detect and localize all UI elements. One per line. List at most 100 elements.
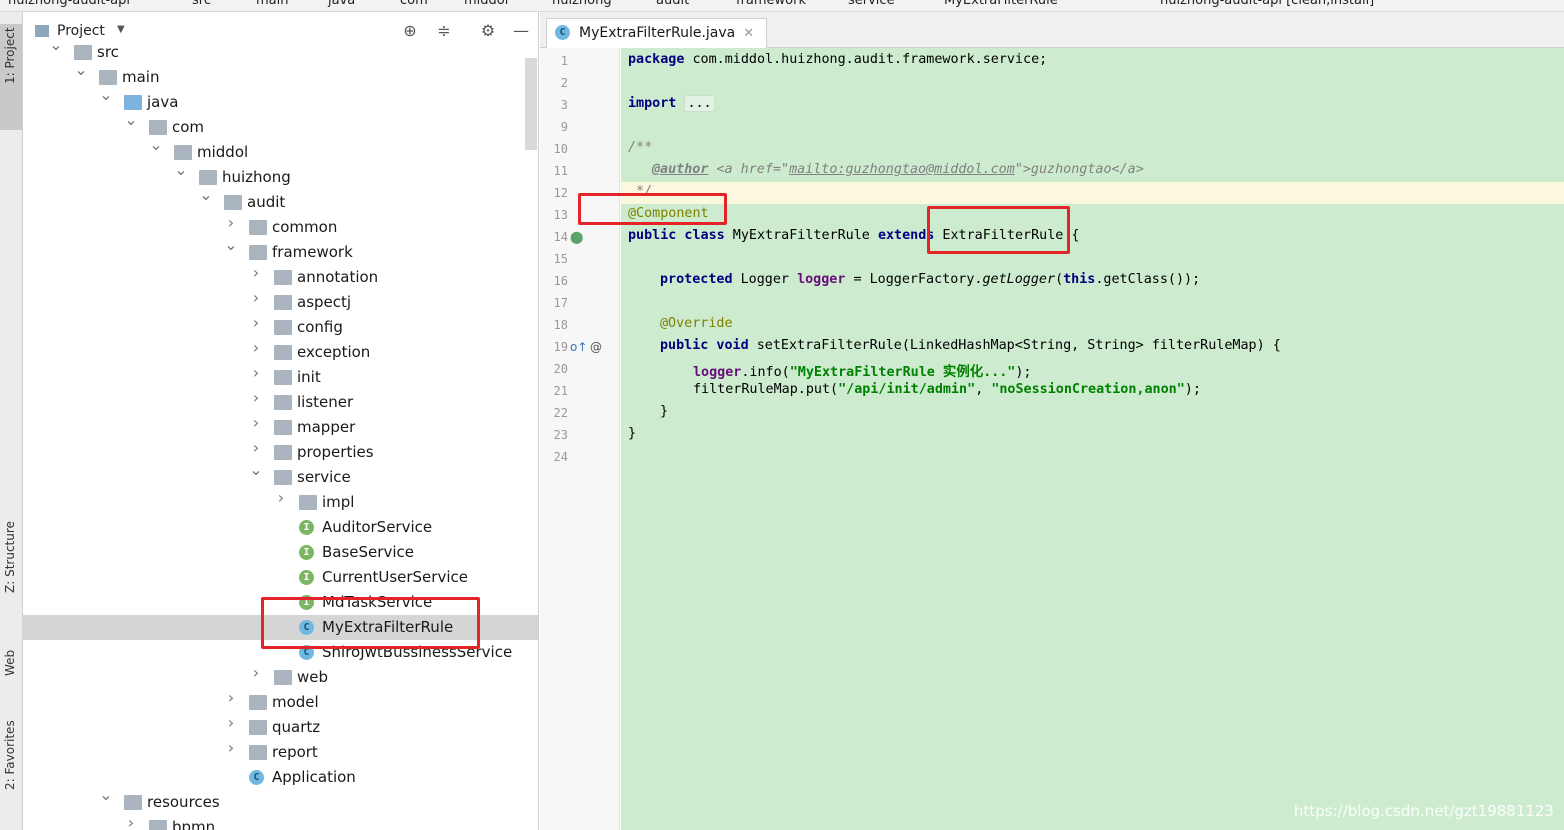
folder-icon bbox=[174, 145, 192, 160]
chevron-right-icon[interactable]: › bbox=[249, 290, 263, 306]
breadcrumb-item[interactable]: main bbox=[256, 0, 288, 8]
breadcrumb-item[interactable]: com bbox=[400, 0, 428, 8]
hide-icon[interactable]: — bbox=[510, 21, 532, 41]
tree-item-audit[interactable]: ⌄ audit bbox=[23, 187, 538, 215]
tree-scrollbar[interactable] bbox=[525, 58, 537, 150]
interface-icon: I bbox=[299, 520, 314, 535]
override-icon[interactable]: o↑ bbox=[570, 340, 587, 354]
project-view-icon bbox=[35, 25, 49, 37]
tree-item-service[interactable]: ⌄ service bbox=[23, 462, 538, 490]
chevron-right-icon[interactable]: › bbox=[249, 665, 263, 681]
breadcrumb-item[interactable]: MyExtraFilterRule bbox=[944, 0, 1058, 8]
tree-item-label: CurrentUserService bbox=[322, 568, 468, 586]
tree-item-impl[interactable]: › impl bbox=[23, 490, 538, 515]
spring-bean-icon[interactable]: ⬤ bbox=[570, 230, 583, 244]
locate-icon[interactable]: ⊕ bbox=[399, 21, 421, 41]
project-tool-window: Project ▼ ⊕ ≑ ⚙ — ⌄ src ⌄ main ⌄ java ⌄ com ⌄ mid… bbox=[23, 12, 539, 830]
gear-icon[interactable]: ⚙ bbox=[477, 21, 499, 41]
breadcrumb-item[interactable]: audit bbox=[656, 0, 689, 8]
tree-item-aspectj[interactable]: › aspectj bbox=[23, 290, 538, 315]
tree-item-com[interactable]: ⌄ com bbox=[23, 112, 538, 140]
tree-item-exception[interactable]: › exception bbox=[23, 340, 538, 365]
tree-item-init[interactable]: › init bbox=[23, 365, 538, 390]
tree-item-resources[interactable]: ⌄ resources bbox=[23, 787, 538, 815]
breadcrumb-item[interactable]: huizhong bbox=[552, 0, 612, 8]
structure-tool-label: Z: Structure bbox=[3, 521, 17, 593]
tree-item-currentuserservice[interactable]: I CurrentUserService bbox=[23, 565, 538, 590]
tree-item-middol[interactable]: ⌄ middol bbox=[23, 137, 538, 165]
tree-item-label: huizhong bbox=[222, 168, 291, 186]
chevron-down-icon[interactable]: ⌄ bbox=[174, 162, 188, 178]
code-line: @Override bbox=[660, 316, 733, 331]
tree-item-mapper[interactable]: › mapper bbox=[23, 415, 538, 440]
tree-item-src[interactable]: ⌄ src bbox=[23, 37, 538, 65]
chevron-right-icon[interactable]: › bbox=[249, 390, 263, 406]
chevron-right-icon[interactable]: › bbox=[224, 715, 238, 731]
web-tool-tab[interactable]: Web bbox=[0, 640, 22, 700]
tree-item-listener[interactable]: › listener bbox=[23, 390, 538, 415]
folder-icon bbox=[249, 245, 267, 260]
chevron-right-icon[interactable]: › bbox=[249, 315, 263, 331]
line-number: 9 bbox=[560, 120, 568, 134]
folder-icon bbox=[124, 795, 142, 810]
chevron-down-icon[interactable]: ⌄ bbox=[249, 462, 263, 478]
project-view-selector[interactable]: Project bbox=[57, 23, 105, 39]
run-config-selector[interactable]: huizhong-audit-api [clean,install] bbox=[1160, 0, 1374, 8]
code-line: } bbox=[628, 426, 637, 441]
tree-item-label: middol bbox=[197, 143, 249, 161]
chevron-right-icon[interactable]: › bbox=[274, 490, 288, 506]
tree-item-bpmn[interactable]: › bpmn bbox=[23, 815, 538, 830]
chevron-down-icon[interactable]: ⌄ bbox=[149, 137, 163, 153]
structure-tool-tab[interactable]: Z: Structure bbox=[0, 517, 22, 617]
folder-icon bbox=[274, 395, 292, 410]
line-number: 21 bbox=[553, 384, 568, 398]
chevron-down-icon[interactable]: ⌄ bbox=[199, 187, 213, 203]
annotation-box-tree-item bbox=[261, 597, 480, 649]
tree-item-report[interactable]: › report bbox=[23, 740, 538, 765]
chevron-down-icon[interactable]: ⌄ bbox=[49, 37, 63, 53]
chevron-down-icon[interactable]: ⌄ bbox=[124, 112, 138, 128]
chevron-down-icon[interactable]: ⌄ bbox=[74, 62, 88, 78]
line-number: 20 bbox=[553, 362, 568, 376]
tree-item-baseservice[interactable]: I BaseService bbox=[23, 540, 538, 565]
line-number: 23 bbox=[553, 428, 568, 442]
tree-item-config[interactable]: › config bbox=[23, 315, 538, 340]
chevron-down-icon[interactable]: ⌄ bbox=[224, 237, 238, 253]
breadcrumb-item[interactable]: huizhong-audit-api bbox=[8, 0, 130, 8]
chevron-down-icon[interactable]: ⌄ bbox=[99, 787, 113, 803]
close-icon[interactable]: ✕ bbox=[743, 26, 754, 41]
tree-item-model[interactable]: › model bbox=[23, 690, 538, 715]
tree-item-java[interactable]: ⌄ java bbox=[23, 87, 538, 115]
chevron-right-icon[interactable]: › bbox=[224, 740, 238, 756]
breadcrumb-item[interactable]: java bbox=[328, 0, 355, 8]
tab-myextrafilterrule[interactable]: C MyExtraFilterRule.java ✕ bbox=[546, 18, 768, 48]
tree-item-annotation[interactable]: › annotation bbox=[23, 265, 538, 290]
tree-item-common[interactable]: › common bbox=[23, 215, 538, 240]
project-tool-tab[interactable]: 1: Project bbox=[0, 24, 22, 130]
tree-item-quartz[interactable]: › quartz bbox=[23, 715, 538, 740]
chevron-right-icon[interactable]: › bbox=[249, 440, 263, 456]
breadcrumb-item[interactable]: framework bbox=[736, 0, 806, 8]
chevron-right-icon[interactable]: › bbox=[124, 815, 138, 830]
annotation-icon[interactable]: @ bbox=[590, 340, 602, 354]
chevron-right-icon[interactable]: › bbox=[249, 265, 263, 281]
chevron-right-icon[interactable]: › bbox=[249, 365, 263, 381]
tree-item-auditorservice[interactable]: I AuditorService bbox=[23, 515, 538, 540]
breadcrumb-item[interactable]: middol bbox=[464, 0, 508, 8]
chevron-right-icon[interactable]: › bbox=[224, 215, 238, 231]
chevron-right-icon[interactable]: › bbox=[249, 340, 263, 356]
tree-item-properties[interactable]: › properties bbox=[23, 440, 538, 465]
chevron-down-icon[interactable]: ⌄ bbox=[99, 87, 113, 103]
tree-item-huizhong[interactable]: ⌄ huizhong bbox=[23, 162, 538, 190]
tree-item-web[interactable]: › web bbox=[23, 665, 538, 690]
chevron-down-icon[interactable]: ▼ bbox=[117, 24, 125, 35]
breadcrumb-item[interactable]: service bbox=[848, 0, 895, 8]
tree-item-framework[interactable]: ⌄ framework bbox=[23, 237, 538, 265]
line-number: 11 bbox=[553, 164, 568, 178]
folder-icon bbox=[149, 120, 167, 135]
favorites-tool-tab[interactable]: 2: Favorites bbox=[0, 712, 22, 812]
chevron-right-icon[interactable]: › bbox=[224, 690, 238, 706]
collapse-all-icon[interactable]: ≑ bbox=[433, 21, 455, 41]
chevron-right-icon[interactable]: › bbox=[249, 415, 263, 431]
breadcrumb-item[interactable]: src bbox=[192, 0, 211, 8]
